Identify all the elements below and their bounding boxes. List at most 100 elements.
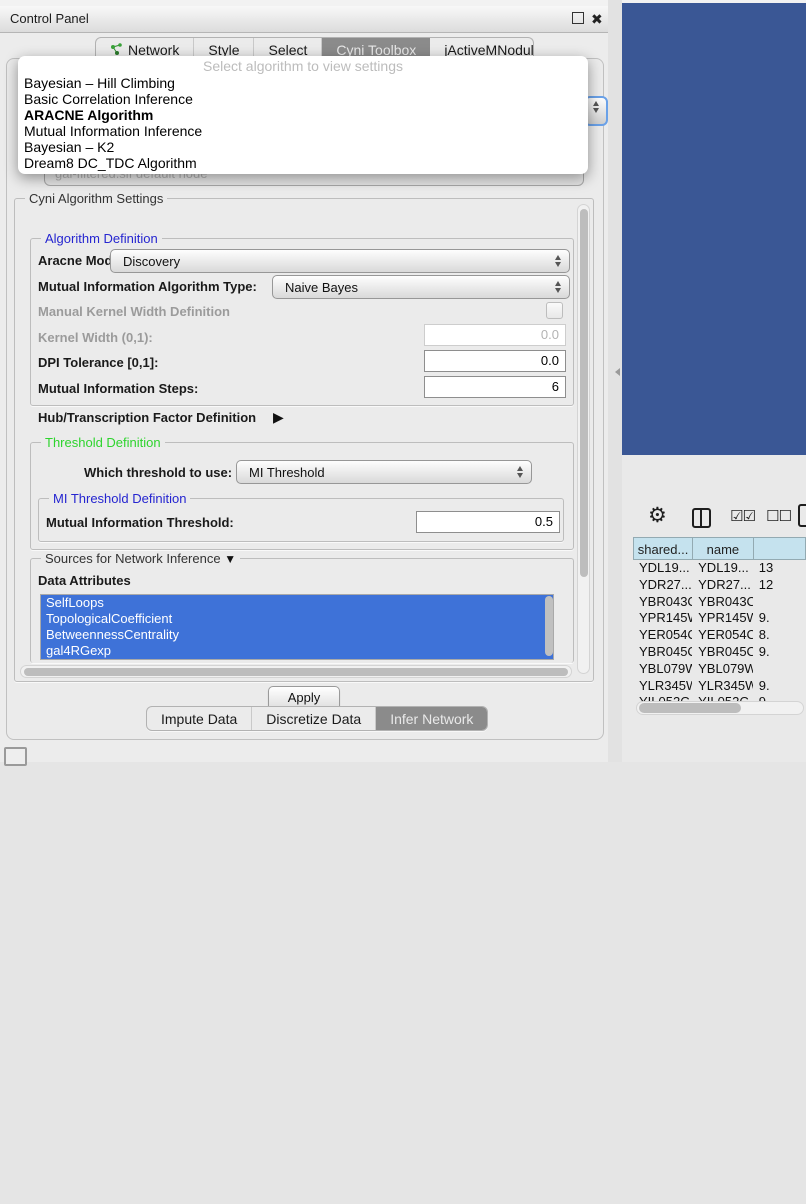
attribute-list-item[interactable]: SelfLoops — [41, 595, 553, 611]
data-attributes-list[interactable]: SelfLoopsTopologicalCoefficientBetweenne… — [40, 594, 554, 660]
column-header[interactable]: shared... — [633, 537, 692, 560]
algorithm-option[interactable]: Bayesian – K2 — [18, 139, 588, 155]
attributes-list-scrollbar[interactable] — [545, 596, 553, 656]
gear-icon[interactable]: ⚙ — [648, 503, 667, 528]
threshold-definition-title: Threshold Definition — [41, 435, 165, 450]
table-cell: YBL079W — [633, 661, 692, 678]
expand-down-icon[interactable]: ▼ — [224, 552, 236, 566]
algorithm-dropdown-list: Bayesian – Hill ClimbingBasic Correlatio… — [18, 75, 588, 171]
float-window-icon[interactable] — [572, 12, 584, 24]
tab-impute-data[interactable]: Impute Data — [147, 707, 252, 730]
table-cell: 9. — [753, 644, 806, 661]
table-row[interactable]: YLR345WYLR345W9. — [633, 678, 806, 695]
mi-threshold-definition-title: MI Threshold Definition — [49, 491, 190, 506]
table-cell: YBR043C — [692, 594, 753, 611]
table-cell: YDL19... — [692, 560, 753, 577]
dpi-tolerance-label: DPI Tolerance [0,1]: — [38, 355, 158, 370]
control-panel-titlebar: Control Panel ✖ — [0, 6, 608, 33]
table-cell: YER054C — [633, 627, 692, 644]
data-attributes-label: Data Attributes — [38, 573, 131, 588]
combo-stepper-icon — [551, 255, 565, 267]
table-cell — [753, 594, 806, 611]
hub-definition-label: Hub/Transcription Factor Definition — [38, 410, 256, 425]
algorithm-dropdown-popup: Select algorithm to view settings Bayesi… — [18, 56, 588, 174]
algorithm-dropdown-prompt: Select algorithm to view settings — [18, 58, 588, 75]
combo-stepper-icon — [513, 466, 527, 478]
table-cell: YLR345W — [633, 678, 692, 695]
expand-right-icon[interactable]: ▶ — [273, 409, 284, 426]
column-header[interactable]: name — [692, 537, 753, 560]
export-table-icon[interactable] — [798, 504, 806, 527]
cyni-algorithm-settings-title: Cyni Algorithm Settings — [25, 191, 167, 206]
show-columns-icon[interactable]: ☑☑ — [730, 507, 755, 525]
algorithm-option[interactable]: ARACNE Algorithm — [18, 107, 588, 123]
table-cell: YPR145W — [633, 610, 692, 627]
splitter-collapse-icon[interactable] — [615, 368, 620, 376]
algorithm-definition-title: Algorithm Definition — [41, 231, 162, 246]
table-row[interactable]: YBR045CYBR045C9. — [633, 644, 806, 661]
tab-infer-network[interactable]: Infer Network — [376, 707, 487, 730]
tab-infer-network-label: Infer Network — [390, 711, 473, 727]
table-row[interactable]: YBR043CYBR043C — [633, 594, 806, 611]
table-row[interactable]: YDR27...YDR27...12 — [633, 577, 806, 594]
columns-icon[interactable] — [692, 508, 711, 528]
table-row[interactable]: YDL19...YDL19...13 — [633, 560, 806, 577]
mi-threshold-field[interactable]: 0.5 — [416, 511, 560, 533]
table-cell: YDL19... — [633, 560, 692, 577]
table-cell: 12 — [753, 577, 806, 594]
mi-algorithm-type-value: Naive Bayes — [273, 280, 551, 295]
dpi-tolerance-field[interactable]: 0.0 — [424, 350, 566, 372]
table-horizontal-scrollbar-thumb[interactable] — [639, 703, 741, 713]
control-panel-title: Control Panel — [10, 11, 89, 26]
close-icon[interactable]: ✖ — [591, 11, 603, 28]
algorithm-option[interactable]: Bayesian – Hill Climbing — [18, 75, 588, 91]
network-view-background: GALGAL80GAL10GAL1GAL11SWI4GAL4GCY1HAP4YH… — [622, 3, 806, 455]
manual-kernel-width-label: Manual Kernel Width Definition — [38, 304, 230, 319]
table-row[interactable]: YER054CYER054C8. — [633, 627, 806, 644]
algorithm-option[interactable]: Basic Correlation Inference — [18, 91, 588, 107]
table-cell: 9. — [753, 610, 806, 627]
table-row[interactable]: YBL079WYBL079W — [633, 661, 806, 678]
table-cell: 9. — [753, 678, 806, 695]
attribute-list-item[interactable]: gal4RGexp — [41, 643, 553, 659]
mi-steps-field[interactable]: 6 — [424, 376, 566, 398]
settings-vertical-scrollbar-thumb[interactable] — [580, 209, 588, 577]
settings-horizontal-scrollbar-thumb[interactable] — [24, 668, 568, 676]
application-root: Control Panel ✖ Network Style — [0, 0, 806, 762]
table-cell: YBL079W — [692, 661, 753, 678]
attribute-list-item[interactable]: BetweennessCentrality — [41, 627, 553, 643]
mi-threshold-label: Mutual Information Threshold: — [46, 515, 234, 530]
algorithm-option[interactable]: Dream8 DC_TDC Algorithm — [18, 155, 588, 171]
tab-discretize-data-label: Discretize Data — [266, 711, 361, 727]
hide-columns-icon[interactable]: ☐☐ — [766, 507, 791, 525]
settings-horizontal-scrollbar[interactable] — [20, 665, 572, 678]
tab-discretize-data[interactable]: Discretize Data — [252, 707, 376, 730]
table-row[interactable]: YPR145WYPR145W9. — [633, 610, 806, 627]
table-cell: YDR27... — [692, 577, 753, 594]
which-threshold-combo[interactable]: MI Threshold — [236, 460, 532, 484]
node-table: shared...name YDL19...YDL19...13YDR27...… — [633, 537, 806, 717]
table-cell: YLR345W — [692, 678, 753, 695]
table-cell: YER054C — [692, 627, 753, 644]
bottom-tabbar: Impute Data Discretize Data Infer Networ… — [146, 706, 488, 731]
table-cell: 13 — [753, 560, 806, 577]
collapsed-panel-icon[interactable] — [4, 747, 27, 766]
kernel-width-field[interactable]: 0.0 — [424, 324, 566, 346]
which-threshold-label: Which threshold to use: — [84, 465, 232, 480]
mi-algorithm-type-label: Mutual Information Algorithm Type: — [38, 279, 257, 294]
table-cell: YDR27... — [633, 577, 692, 594]
column-header[interactable] — [753, 537, 806, 560]
algorithm-option[interactable]: Mutual Information Inference — [18, 123, 588, 139]
aracne-mode-value: Discovery — [111, 254, 551, 269]
settings-vertical-scrollbar[interactable] — [577, 204, 590, 674]
aracne-mode-combo[interactable]: Discovery — [110, 249, 570, 273]
panel-splitter[interactable] — [608, 0, 622, 762]
table-cell — [753, 661, 806, 678]
mi-algorithm-type-combo[interactable]: Naive Bayes — [272, 275, 570, 299]
control-panel: Control Panel ✖ Network Style — [0, 6, 608, 762]
manual-kernel-width-checkbox[interactable] — [546, 302, 563, 319]
table-cell: YBR045C — [633, 644, 692, 661]
network-icon — [110, 43, 123, 56]
attribute-list-item[interactable]: TopologicalCoefficient — [41, 611, 553, 627]
table-cell: YPR145W — [692, 610, 753, 627]
